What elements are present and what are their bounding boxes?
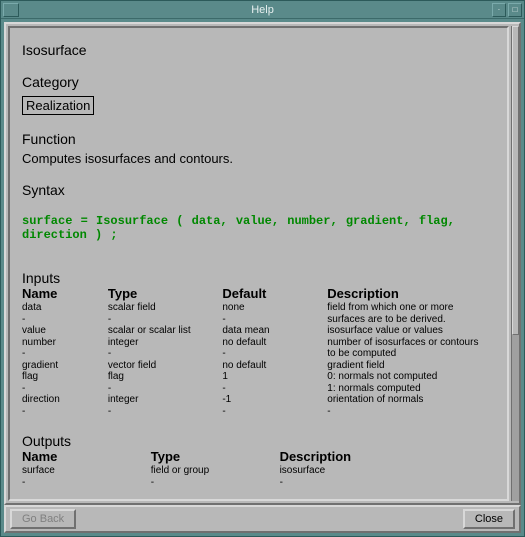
- cell-type: -: [108, 406, 222, 418]
- cell-name: value: [22, 325, 108, 337]
- cell-def: no default: [222, 360, 327, 372]
- table-row: flagflag10: normals not computed: [22, 371, 499, 383]
- table-row: ----: [22, 406, 499, 418]
- cell-type: scalar field: [108, 302, 222, 314]
- table-row: gradientvector fieldno defaultgradient f…: [22, 360, 499, 372]
- table-row: ---: [22, 477, 499, 489]
- cell-desc: orientation of normals: [327, 394, 499, 406]
- cell-type: scalar or scalar list: [108, 325, 222, 337]
- inputs-table: Name Type Default Description datascalar…: [22, 286, 499, 417]
- col-description: Description: [280, 449, 499, 465]
- col-name: Name: [22, 286, 108, 302]
- cell-desc: to be computed: [327, 348, 499, 360]
- cell-def: -: [222, 314, 327, 326]
- cell-type: integer: [108, 394, 222, 406]
- table-row: ---1: normals computed: [22, 383, 499, 395]
- table-header-row: Name Type Description: [22, 449, 499, 465]
- cell-name: -: [22, 383, 108, 395]
- syntax-code: surface = Isosurface ( data, value, numb…: [22, 214, 499, 242]
- table-row: directioninteger-1orientation of normals: [22, 394, 499, 406]
- cell-def: -: [222, 348, 327, 360]
- go-back-button[interactable]: Go Back: [10, 509, 76, 529]
- cell-name: direction: [22, 394, 108, 406]
- cell-type: -: [151, 477, 280, 489]
- cell-name: flag: [22, 371, 108, 383]
- table-row: numberintegerno defaultnumber of isosurf…: [22, 337, 499, 349]
- cell-desc: -: [280, 477, 499, 489]
- table-row: surfacefield or groupisosurface: [22, 465, 499, 477]
- table-header-row: Name Type Default Description: [22, 286, 499, 302]
- col-default: Default: [222, 286, 327, 302]
- cell-name: -: [22, 348, 108, 360]
- heading-function: Function: [22, 131, 499, 147]
- col-description: Description: [327, 286, 499, 302]
- cell-def: -: [222, 383, 327, 395]
- cell-desc: field from which one or more: [327, 302, 499, 314]
- cell-def: data mean: [222, 325, 327, 337]
- cell-desc: surfaces are to be derived.: [327, 314, 499, 326]
- col-type: Type: [108, 286, 222, 302]
- cell-type: -: [108, 348, 222, 360]
- cell-name: gradient: [22, 360, 108, 372]
- cell-type: -: [108, 314, 222, 326]
- cell-name: data: [22, 302, 108, 314]
- window-controls: · □: [492, 3, 522, 17]
- button-bar: Go Back Close: [4, 505, 521, 533]
- cell-desc: 1: normals computed: [327, 383, 499, 395]
- cell-type: field or group: [151, 465, 280, 477]
- heading-inputs: Inputs: [22, 270, 499, 286]
- module-name: Isosurface: [22, 42, 499, 58]
- cell-def: -1: [222, 394, 327, 406]
- cell-name: -: [22, 406, 108, 418]
- cell-type: -: [108, 383, 222, 395]
- outputs-table: Name Type Description surfacefield or gr…: [22, 449, 499, 488]
- cell-def: -: [222, 406, 327, 418]
- cell-name: number: [22, 337, 108, 349]
- maximize-icon[interactable]: □: [508, 3, 522, 17]
- cell-name: -: [22, 314, 108, 326]
- heading-outputs: Outputs: [22, 433, 499, 449]
- cell-type: flag: [108, 371, 222, 383]
- heading-category: Category: [22, 74, 499, 90]
- help-content: Isosurface Category Realization Function…: [8, 26, 509, 501]
- cell-desc: gradient field: [327, 360, 499, 372]
- scrollbar-thumb[interactable]: [512, 26, 519, 335]
- cell-desc: -: [327, 406, 499, 418]
- heading-syntax: Syntax: [22, 182, 499, 198]
- titlebar[interactable]: Help · □: [1, 1, 524, 19]
- col-type: Type: [151, 449, 280, 465]
- table-row: datascalar fieldnonefield from which one…: [22, 302, 499, 314]
- col-name: Name: [22, 449, 151, 465]
- window-title: Help: [1, 4, 524, 16]
- cell-def: no default: [222, 337, 327, 349]
- table-row: ---to be computed: [22, 348, 499, 360]
- minimize-icon[interactable]: ·: [492, 3, 506, 17]
- table-row: ---surfaces are to be derived.: [22, 314, 499, 326]
- cell-desc: number of isosurfaces or contours: [327, 337, 499, 349]
- cell-type: vector field: [108, 360, 222, 372]
- help-window: Help · □ Isosurface Category Realization…: [0, 0, 525, 537]
- close-button[interactable]: Close: [463, 509, 515, 529]
- cell-type: integer: [108, 337, 222, 349]
- cell-name: -: [22, 477, 151, 489]
- cell-name: surface: [22, 465, 151, 477]
- cell-def: none: [222, 302, 327, 314]
- cell-desc: 0: normals not computed: [327, 371, 499, 383]
- table-row: valuescalar or scalar listdata meanisosu…: [22, 325, 499, 337]
- function-description: Computes isosurfaces and contours.: [22, 151, 499, 166]
- cell-desc: isosurface: [280, 465, 499, 477]
- vertical-scrollbar[interactable]: [511, 26, 519, 501]
- category-link[interactable]: Realization: [22, 96, 94, 115]
- content-frame: Isosurface Category Realization Function…: [4, 22, 521, 505]
- cell-desc: isosurface value or values: [327, 325, 499, 337]
- cell-def: 1: [222, 371, 327, 383]
